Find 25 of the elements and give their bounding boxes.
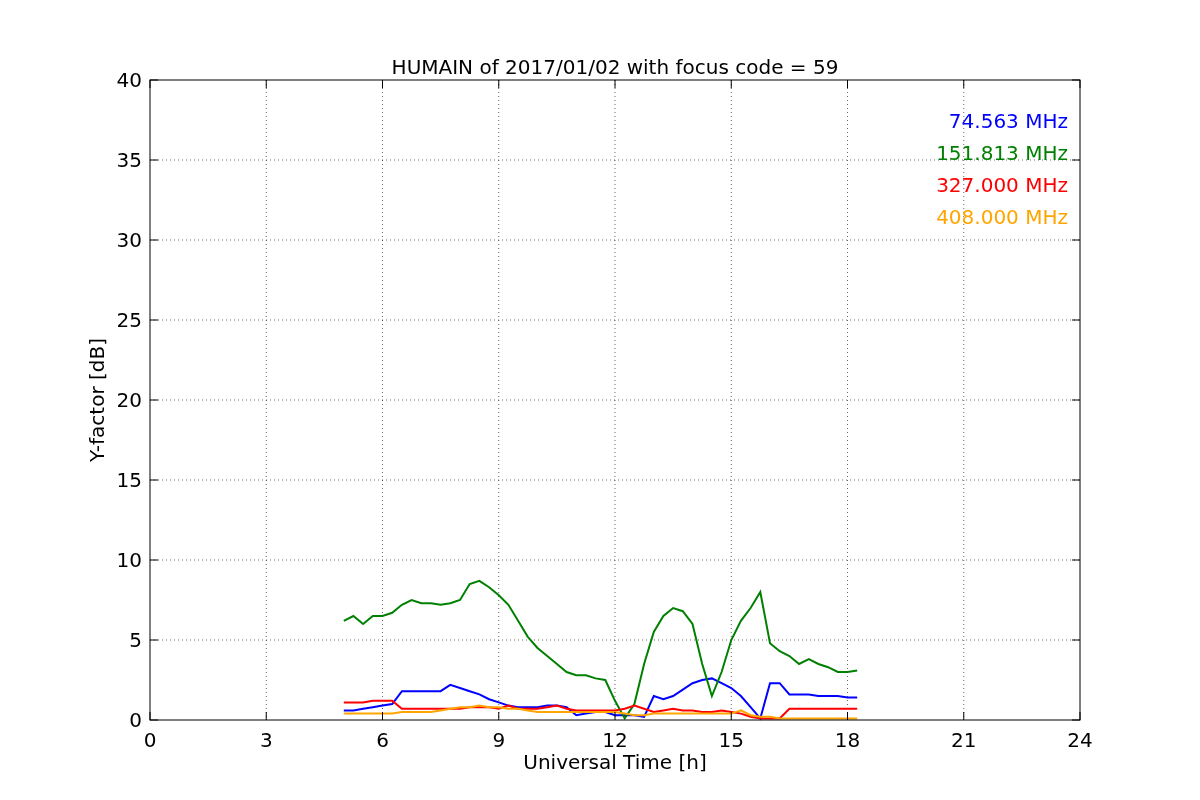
x-tick-label: 15 bbox=[718, 728, 744, 752]
x-tick-label: 24 bbox=[1067, 728, 1093, 752]
legend-label: 327.000 MHz bbox=[936, 173, 1068, 197]
y-tick-label: 35 bbox=[116, 148, 142, 172]
x-tick-label: 6 bbox=[376, 728, 389, 752]
legend-label: 408.000 MHz bbox=[936, 205, 1068, 229]
y-tick-label: 20 bbox=[116, 388, 142, 412]
x-tick-label: 18 bbox=[834, 728, 861, 752]
x-tick-label: 3 bbox=[259, 728, 273, 752]
x-tick-label: 21 bbox=[951, 728, 977, 752]
y-tick-label: 15 bbox=[116, 468, 142, 492]
y-axis-label: Y-factor [dB] bbox=[85, 338, 109, 462]
x-tick-label: 0 bbox=[143, 728, 157, 752]
y-tick-label: 25 bbox=[116, 308, 142, 332]
y-tick-label: 5 bbox=[129, 628, 142, 652]
y-tick-label: 10 bbox=[116, 548, 142, 572]
legend-label: 151.813 MHz bbox=[936, 141, 1068, 165]
y-tick-label: 0 bbox=[129, 708, 142, 732]
legend-label: 74.563 MHz bbox=[948, 109, 1068, 133]
y-tick-label: 40 bbox=[116, 68, 142, 92]
chart-title: HUMAIN of 2017/01/02 with focus code = 59 bbox=[391, 55, 839, 79]
x-tick-label: 9 bbox=[492, 728, 506, 752]
x-axis-label: Universal Time [h] bbox=[523, 750, 707, 774]
x-tick-label: 12 bbox=[602, 728, 628, 752]
y-tick-label: 30 bbox=[116, 228, 142, 252]
